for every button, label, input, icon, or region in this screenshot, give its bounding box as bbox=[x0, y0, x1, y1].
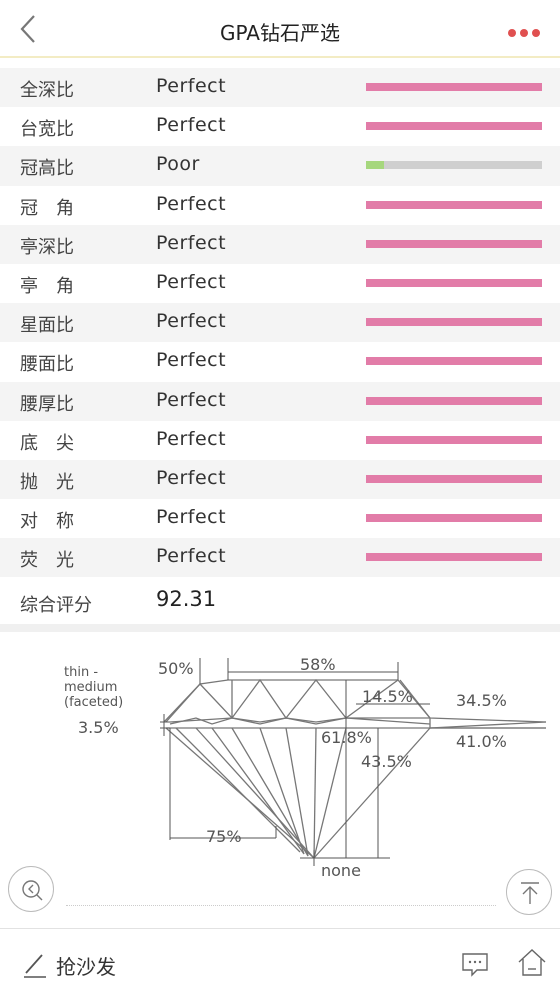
girdle-desc-3: (faceted) bbox=[64, 695, 123, 710]
grade-row: 对 称 Perfect bbox=[0, 499, 560, 538]
grade-value: Perfect bbox=[156, 270, 227, 293]
grade-bar-fill bbox=[366, 474, 542, 483]
grade-value: Perfect bbox=[156, 506, 227, 529]
grade-bar-fill bbox=[366, 278, 542, 287]
grade-bar bbox=[366, 83, 542, 91]
grade-value: Perfect bbox=[156, 114, 227, 137]
grade-value: Poor bbox=[156, 153, 200, 176]
grade-bar bbox=[366, 318, 542, 327]
grade-value: Perfect bbox=[156, 388, 227, 411]
divider bbox=[66, 905, 496, 906]
total-score-label: 综合评分 bbox=[20, 595, 92, 616]
grade-row: 冠高比 Poor bbox=[0, 146, 560, 186]
grade-row: 亭 角 Perfect bbox=[0, 264, 560, 303]
sofa-label: 抢沙发 bbox=[56, 955, 116, 979]
grade-row: 荧 光 Perfect bbox=[0, 538, 560, 578]
grade-bar bbox=[366, 239, 542, 248]
grade-value: Perfect bbox=[156, 192, 227, 215]
more-dots-icon[interactable] bbox=[504, 22, 544, 37]
pencil-icon bbox=[24, 954, 46, 978]
table-pct-label: 58% bbox=[300, 655, 336, 674]
grade-bar bbox=[366, 553, 542, 562]
grade-value: Perfect bbox=[156, 75, 227, 97]
grade-label: 腰厚比 bbox=[20, 393, 74, 415]
grade-row: 全深比 Perfect bbox=[0, 68, 560, 108]
grade-row: 底 尖 Perfect bbox=[0, 421, 560, 460]
grade-value: Perfect bbox=[156, 231, 227, 254]
page-title: GPA钻石严选 bbox=[220, 21, 340, 45]
grade-label: 冠 角 bbox=[20, 197, 74, 219]
grade-bar-fill bbox=[366, 318, 542, 327]
grade-bar bbox=[366, 278, 542, 287]
total-score-value: 92.31 bbox=[156, 587, 217, 611]
grade-row: 亭深比 Perfect bbox=[0, 224, 560, 264]
grade-value: Perfect bbox=[156, 466, 227, 489]
comment-icon[interactable] bbox=[460, 949, 490, 979]
crown-height-label: 14.5% bbox=[362, 687, 413, 706]
grade-bar bbox=[366, 514, 542, 523]
grade-label: 星面比 bbox=[20, 315, 74, 337]
pavilion-depth-label: 43.5% bbox=[361, 752, 412, 771]
grade-bar bbox=[366, 161, 542, 170]
lower-half-label: 75% bbox=[206, 827, 242, 846]
home-icon[interactable] bbox=[516, 947, 548, 979]
grade-bar bbox=[366, 122, 542, 131]
grade-bar-fill bbox=[366, 514, 542, 523]
grade-list: 全深比 Perfect 台宽比 Perfect 冠高比 Poor 冠 角 Per… bbox=[0, 68, 560, 578]
crown-angle-label: 34.5% bbox=[456, 691, 507, 710]
scroll-to-top-button[interactable] bbox=[506, 869, 552, 915]
girdle-pct-label: 3.5% bbox=[78, 718, 119, 737]
grade-bar-fill bbox=[366, 239, 542, 248]
girdle-desc-1: thin - bbox=[64, 665, 98, 680]
grade-label: 全深比 bbox=[20, 80, 74, 101]
grade-label: 底 尖 bbox=[20, 432, 74, 454]
grade-bar-fill bbox=[366, 161, 384, 170]
total-depth-label: 61.8% bbox=[321, 728, 372, 747]
grade-bar bbox=[366, 435, 542, 444]
star-pct-label: 50% bbox=[158, 659, 194, 678]
grade-label: 亭 角 bbox=[20, 275, 74, 297]
grade-row: 腰面比 Perfect bbox=[0, 342, 560, 381]
grade-label: 腰面比 bbox=[20, 354, 74, 376]
girdle-desc-2: medium bbox=[64, 680, 117, 695]
grade-bar bbox=[366, 357, 542, 366]
culet-label: none bbox=[321, 861, 361, 880]
section-divider bbox=[0, 624, 560, 632]
grade-row: 冠 角 Perfect bbox=[0, 186, 560, 225]
grade-bar bbox=[366, 474, 542, 483]
grade-bar bbox=[366, 200, 542, 209]
grade-label: 台宽比 bbox=[20, 119, 74, 141]
grade-label: 对 称 bbox=[20, 511, 74, 533]
total-score-row: 综合评分 92.31 bbox=[0, 577, 560, 623]
bottom-bar: 抢沙发 bbox=[0, 928, 560, 996]
pavilion-angle-label: 41.0% bbox=[456, 732, 507, 751]
grade-bar bbox=[366, 396, 542, 405]
grade-row: 抛 光 Perfect bbox=[0, 459, 560, 500]
grade-row: 星面比 Perfect bbox=[0, 303, 560, 343]
grade-value: Perfect bbox=[156, 427, 227, 450]
grade-bar-fill bbox=[366, 83, 542, 91]
grade-label: 冠高比 bbox=[20, 158, 74, 180]
grade-bar-fill bbox=[366, 200, 542, 209]
grade-bar-fill bbox=[366, 396, 542, 405]
grade-value: Perfect bbox=[156, 310, 227, 333]
grade-label: 荧 光 bbox=[20, 550, 74, 572]
grade-value: Perfect bbox=[156, 545, 227, 568]
grade-row: 台宽比 Perfect bbox=[0, 107, 560, 146]
grade-value: Perfect bbox=[156, 349, 227, 372]
grade-bar-fill bbox=[366, 122, 542, 131]
grade-row: 腰厚比 Perfect bbox=[0, 381, 560, 421]
zoom-out-icon bbox=[22, 880, 43, 901]
grade-label: 抛 光 bbox=[20, 471, 74, 493]
grade-label: 亭深比 bbox=[20, 236, 74, 258]
grade-bar-fill bbox=[366, 435, 542, 444]
grade-bar-fill bbox=[366, 553, 542, 562]
grade-bar-fill bbox=[366, 357, 542, 366]
scroll-to-top-icon bbox=[521, 882, 539, 904]
top-bar: GPA钻石严选 bbox=[0, 0, 560, 58]
zoom-out-button[interactable] bbox=[8, 866, 54, 912]
diamond-proportion-diagram: thin - medium (faceted) 3.5% 50% 58% 14.… bbox=[64, 655, 547, 880]
